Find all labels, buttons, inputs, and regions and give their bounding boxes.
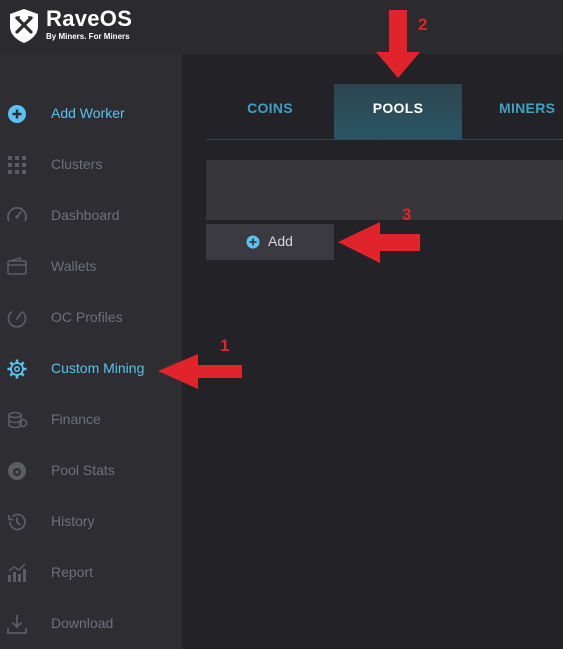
sidebar-item-label: Wallets bbox=[51, 258, 97, 274]
sidebar-item-label: Add Worker bbox=[51, 105, 125, 121]
history-icon bbox=[8, 513, 26, 531]
brand-logo[interactable]: RaveOS By Miners. For Miners bbox=[8, 6, 148, 48]
main-content: COINS POOLS MINERS Add bbox=[182, 54, 563, 649]
speedometer-icon bbox=[7, 207, 27, 222]
download-icon bbox=[7, 615, 27, 634]
sidebar-item-label: Dashboard bbox=[51, 207, 120, 223]
pools-list-panel bbox=[206, 160, 563, 220]
step-number-1: 1 bbox=[220, 336, 230, 355]
step-number-3: 3 bbox=[402, 205, 412, 224]
coins-icon bbox=[8, 411, 28, 429]
plus-circle-icon bbox=[246, 235, 260, 249]
sidebar-item-oc-profiles[interactable]: OC Profiles bbox=[0, 298, 182, 338]
sidebar-item-label: Pool Stats bbox=[51, 462, 115, 478]
tab-miners[interactable]: MINERS bbox=[462, 84, 563, 139]
sidebar-item-label: History bbox=[51, 513, 95, 529]
brand-name: RaveOS bbox=[46, 6, 133, 31]
sidebar-item-dashboard[interactable]: Dashboard bbox=[0, 196, 182, 236]
sidebar-item-label: Clusters bbox=[51, 156, 103, 172]
sidebar-item-clusters[interactable]: Clusters bbox=[0, 145, 182, 185]
pool-icon bbox=[8, 462, 26, 480]
sidebar: Add Worker Clusters Dashboard Wallets OC… bbox=[0, 54, 182, 649]
add-button-label: Add bbox=[268, 233, 293, 249]
bar-chart-icon bbox=[8, 563, 26, 582]
sidebar-item-custom-mining[interactable]: Custom Mining bbox=[0, 349, 182, 389]
grid-icon bbox=[8, 156, 26, 174]
add-pool-button[interactable]: Add bbox=[206, 224, 334, 260]
sidebar-item-label: Report bbox=[51, 564, 94, 580]
plus-circle-icon bbox=[8, 105, 26, 123]
tab-coins[interactable]: COINS bbox=[206, 84, 334, 139]
sidebar-item-history[interactable]: History bbox=[0, 502, 182, 542]
sidebar-item-wallets[interactable]: Wallets bbox=[0, 247, 182, 287]
tab-pools[interactable]: POOLS bbox=[334, 84, 462, 139]
raveos-logo-icon bbox=[10, 9, 38, 43]
gauge-icon bbox=[7, 310, 27, 328]
sidebar-item-label: OC Profiles bbox=[51, 309, 123, 325]
sidebar-item-finance[interactable]: Finance bbox=[0, 400, 182, 440]
top-bar: RaveOS By Miners. For Miners bbox=[0, 0, 563, 54]
sidebar-item-label: Download bbox=[51, 615, 114, 631]
sidebar-item-report[interactable]: Report bbox=[0, 553, 182, 593]
tab-bar: COINS POOLS MINERS bbox=[206, 84, 563, 140]
sidebar-item-label: Finance bbox=[51, 411, 101, 427]
gear-icon bbox=[7, 359, 27, 379]
sidebar-item-label: Custom Mining bbox=[51, 360, 145, 376]
brand-tagline: By Miners. For Miners bbox=[46, 32, 130, 41]
sidebar-item-download[interactable]: Download bbox=[0, 604, 182, 644]
sidebar-item-add-worker[interactable]: Add Worker bbox=[0, 94, 182, 134]
sidebar-item-pool-stats[interactable]: Pool Stats bbox=[0, 451, 182, 491]
step-number-2: 2 bbox=[418, 15, 428, 34]
wallet-icon bbox=[7, 257, 27, 275]
